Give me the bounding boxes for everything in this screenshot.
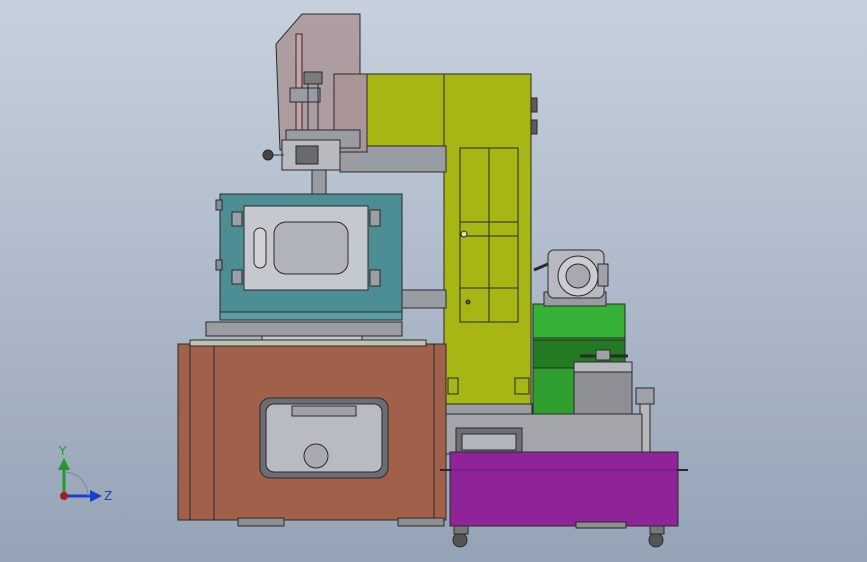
hinge-top [231, 211, 243, 227]
column-side-port-2 [530, 119, 538, 135]
door-handle [253, 227, 267, 269]
tank-hatch-inner [461, 433, 517, 451]
lower-arm [397, 289, 447, 309]
filter-handle-base [595, 349, 611, 361]
head-knob [262, 149, 274, 161]
axis-triad: Y Z [58, 444, 112, 503]
caster-left-mount [453, 525, 469, 535]
triad-origin [60, 492, 68, 500]
slide-carriage [289, 87, 321, 103]
drive-top-band [532, 303, 626, 339]
coolant-tank [440, 413, 688, 548]
window-bracket [291, 405, 357, 417]
chamber-clip-top-left [215, 199, 223, 211]
motor-hub [565, 263, 591, 289]
caster-right-mount [649, 525, 665, 535]
tank-body [449, 451, 679, 527]
chamber-bottom-lip [219, 311, 403, 321]
column-side-port [530, 97, 538, 113]
caster-left [452, 532, 468, 548]
cad-viewport[interactable]: Y Z [0, 0, 867, 562]
pipe-fitting [635, 387, 655, 405]
triad-arc [63, 471, 89, 497]
filter-band [573, 361, 633, 373]
y-axis-arrow [58, 458, 70, 470]
hinge-bottom [231, 269, 243, 285]
chamber-viewport-window [273, 221, 349, 275]
y-axis-label: Y [58, 444, 67, 458]
machine-drawing: Y Z [58, 13, 688, 548]
door-screw [465, 299, 471, 305]
caster-right [648, 532, 664, 548]
cabinet-foot-left [237, 517, 285, 527]
rod-clamp [303, 71, 323, 85]
z-axis-arrow [90, 490, 102, 502]
tank-base-rail [575, 521, 627, 529]
cabinet-top-strip [189, 339, 427, 347]
latch-bottom [369, 269, 381, 287]
platform-top [205, 321, 403, 337]
motor-belt [533, 262, 549, 272]
base-cabinet [177, 339, 447, 527]
spindle-rod [311, 169, 327, 197]
latch-top [369, 209, 381, 227]
motor-terminal-box [597, 263, 609, 287]
chamber-clip-bottom-left [215, 259, 223, 271]
cabinet-foot-right [397, 517, 445, 527]
door-knob [460, 230, 468, 238]
window-gauge [303, 443, 329, 469]
head-motor [295, 145, 319, 165]
z-axis-label: Z [104, 489, 112, 503]
process-chamber [215, 193, 403, 321]
